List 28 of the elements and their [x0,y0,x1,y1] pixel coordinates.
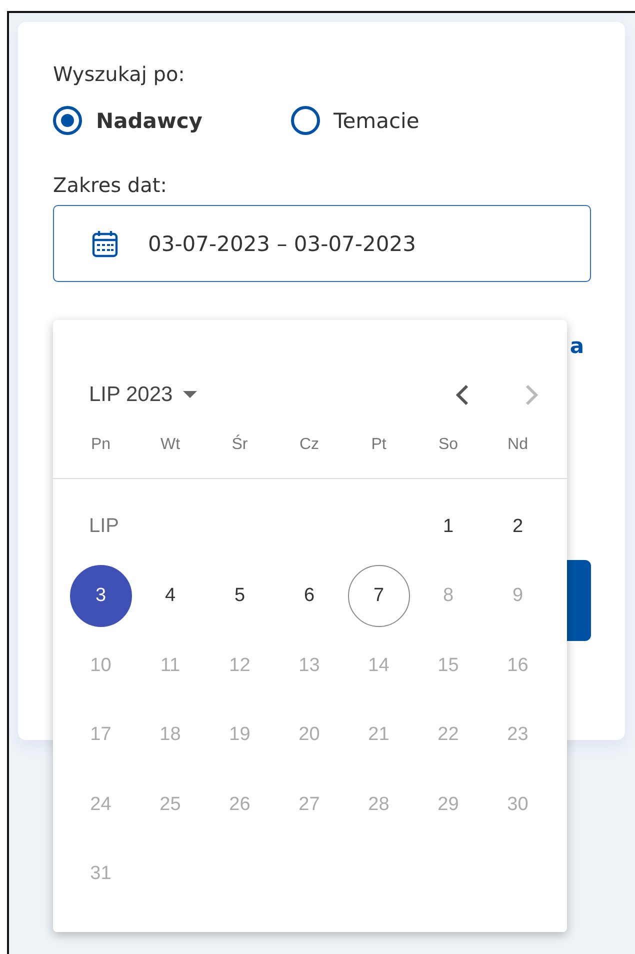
calendar-day[interactable]: 7 [348,565,410,628]
radio-option[interactable]: Temacie [290,106,420,135]
calendar-day[interactable]: 2 [486,496,549,558]
weekday-label: So [437,436,460,454]
weekday-label: Śr [230,436,249,454]
caret-icon [182,391,197,399]
weekday-label: Nd [506,436,529,454]
calendar-day[interactable]: 3 [70,565,132,628]
chevron-left-icon [455,384,469,406]
search-by-label: Wyszukaj po: [53,62,186,86]
calendar-day[interactable]: 6 [278,565,340,628]
month-label: LIP [88,515,120,538]
calendar-day[interactable]: 1 [417,496,480,558]
calendar-day[interactable]: 4 [139,565,202,628]
chevron-right-icon [525,384,539,406]
radio-icon [290,106,320,135]
weekday-label: Cz [298,436,320,454]
calendar-day[interactable]: 5 [208,565,271,628]
radio-option[interactable]: Nadawcy [53,106,202,135]
radio-icon [53,106,82,135]
period-button[interactable]: LIP 2023 [89,383,197,407]
date-range-field[interactable]: 03-07-2023 – 03-07-2023 [53,205,591,282]
link-text[interactable]: a [570,334,584,358]
calendar-icon [92,230,118,258]
weekday-label: Pt [370,436,388,454]
weekday-label: Pn [90,436,112,454]
weekday-label: Wt [159,436,182,454]
date-range-label: Zakres dat: [53,173,168,197]
